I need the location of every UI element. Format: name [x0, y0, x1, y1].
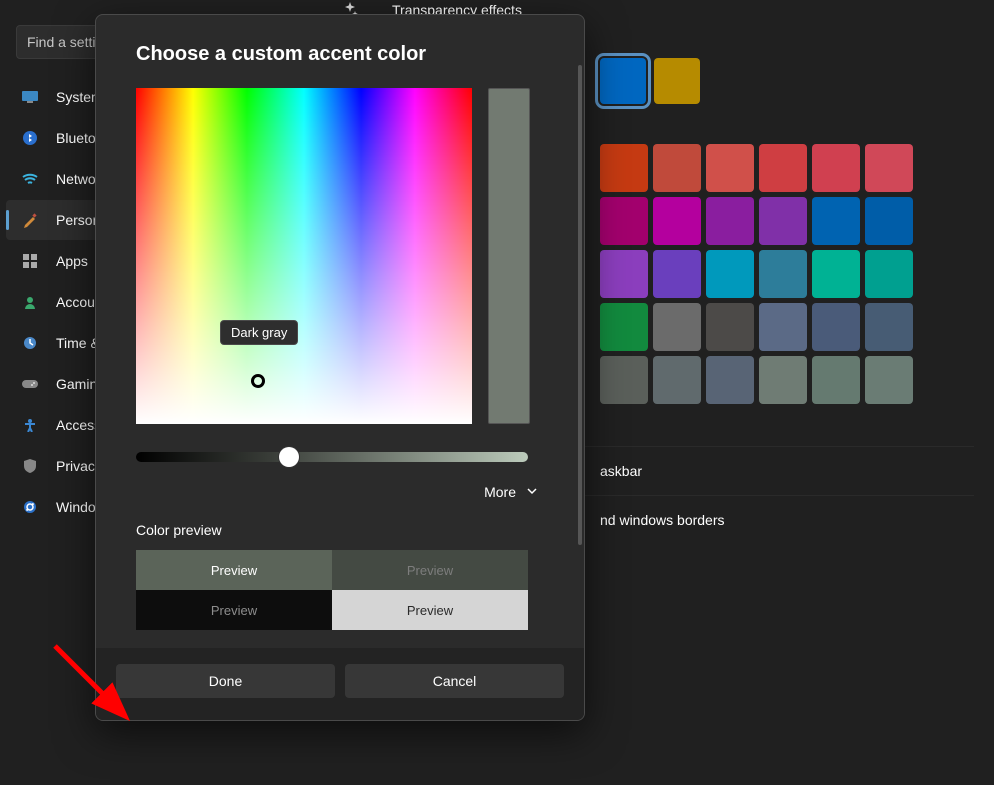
color-preview-heading: Color preview — [136, 522, 544, 538]
recent-colors-strip — [600, 58, 974, 104]
dialog-scrollbar[interactable] — [578, 65, 582, 545]
privacy-icon — [22, 458, 38, 474]
preview-label: Preview — [407, 603, 453, 618]
title-borders-label-fragment: nd windows borders — [600, 512, 725, 528]
palette-color-swatch[interactable] — [812, 197, 860, 245]
update-icon — [22, 499, 38, 515]
palette-color-swatch[interactable] — [600, 303, 648, 351]
color-preview-grid: Preview Preview Preview Preview — [136, 550, 528, 630]
palette-color-swatch[interactable] — [865, 144, 913, 192]
start-taskbar-label-fragment: askbar — [600, 463, 642, 479]
preview-label: Preview — [211, 603, 257, 618]
palette-color-swatch[interactable] — [812, 356, 860, 404]
spectrum-cursor[interactable] — [251, 374, 265, 388]
palette-color-swatch[interactable] — [759, 356, 807, 404]
palette-color-swatch[interactable] — [812, 303, 860, 351]
more-expander[interactable]: More — [136, 484, 544, 500]
preview-cell-bottomright: Preview — [332, 590, 528, 630]
palette-color-swatch[interactable] — [759, 144, 807, 192]
palette-color-swatch[interactable] — [706, 144, 754, 192]
color-name-tooltip: Dark gray — [220, 320, 298, 345]
palette-color-swatch[interactable] — [865, 303, 913, 351]
personalization-icon — [22, 212, 38, 228]
preview-cell-topleft: Preview — [136, 550, 332, 590]
recent-color-swatch[interactable] — [600, 58, 646, 104]
bluetooth-icon — [22, 130, 38, 146]
palette-color-swatch[interactable] — [759, 303, 807, 351]
palette-color-swatch[interactable] — [600, 356, 648, 404]
network-icon — [22, 171, 38, 187]
more-label: More — [484, 484, 516, 500]
dialog-title: Choose a custom accent color — [136, 43, 544, 66]
palette-color-swatch[interactable] — [865, 356, 913, 404]
palette-color-swatch[interactable] — [759, 197, 807, 245]
preview-cell-topright: Preview — [332, 550, 528, 590]
system-icon — [22, 89, 38, 105]
selected-color-swatch — [488, 88, 530, 424]
palette-color-swatch[interactable] — [865, 197, 913, 245]
apps-icon — [22, 253, 38, 269]
preview-label: Preview — [211, 563, 257, 578]
chevron-down-icon — [526, 484, 538, 500]
palette-color-swatch[interactable] — [653, 356, 701, 404]
palette-color-swatch[interactable] — [759, 250, 807, 298]
recent-color-swatch[interactable] — [654, 58, 700, 104]
palette-color-swatch[interactable] — [600, 144, 648, 192]
palette-color-swatch[interactable] — [706, 197, 754, 245]
windows-colors-palette — [600, 144, 974, 404]
color-spectrum-picker[interactable]: Dark gray — [136, 88, 472, 424]
sidebar-item-label: Apps — [56, 253, 88, 269]
palette-color-swatch[interactable] — [653, 250, 701, 298]
preview-cell-bottomleft: Preview — [136, 590, 332, 630]
done-button[interactable]: Done — [116, 664, 335, 698]
palette-color-swatch[interactable] — [812, 144, 860, 192]
palette-color-swatch[interactable] — [706, 250, 754, 298]
value-slider-thumb[interactable] — [279, 447, 299, 467]
preview-label: Preview — [407, 563, 453, 578]
time-icon — [22, 335, 38, 351]
palette-color-swatch[interactable] — [653, 303, 701, 351]
palette-color-swatch[interactable] — [653, 197, 701, 245]
custom-accent-color-dialog: Choose a custom accent color Dark gray M… — [95, 14, 585, 721]
palette-color-swatch[interactable] — [812, 250, 860, 298]
palette-color-swatch[interactable] — [706, 303, 754, 351]
value-brightness-slider[interactable] — [136, 452, 528, 462]
palette-color-swatch[interactable] — [600, 250, 648, 298]
accessibility-icon — [22, 417, 38, 433]
cancel-button[interactable]: Cancel — [345, 664, 564, 698]
gaming-icon — [22, 376, 38, 392]
palette-color-swatch[interactable] — [706, 356, 754, 404]
palette-color-swatch[interactable] — [865, 250, 913, 298]
palette-color-swatch[interactable] — [600, 197, 648, 245]
accounts-icon — [22, 294, 38, 310]
palette-color-swatch[interactable] — [653, 144, 701, 192]
